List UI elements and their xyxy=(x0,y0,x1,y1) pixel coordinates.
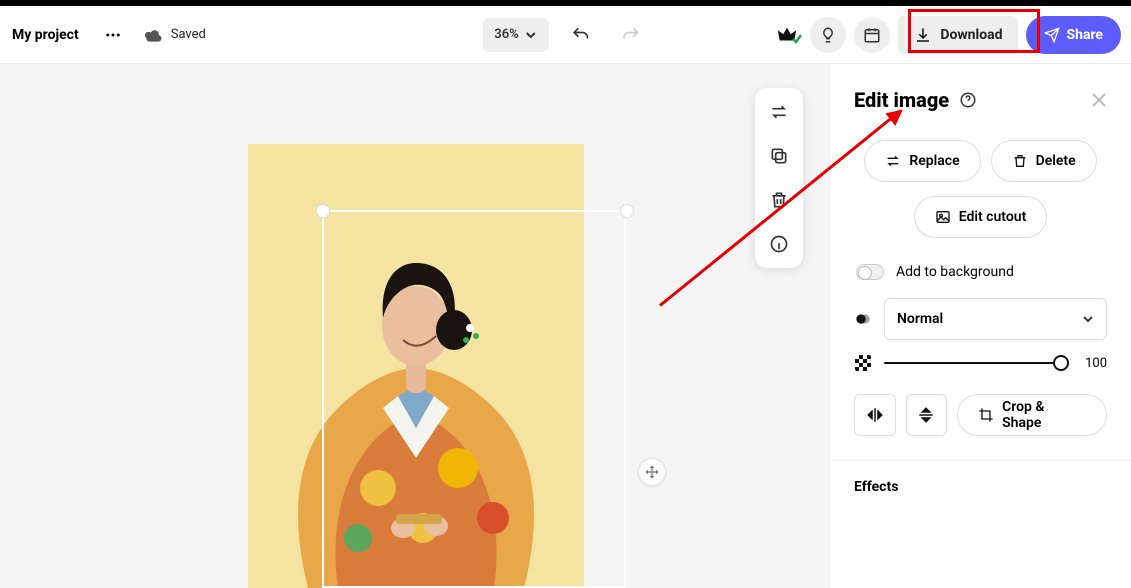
selection-handle-tr[interactable] xyxy=(620,204,634,218)
opacity-slider[interactable] xyxy=(884,362,1067,364)
delete-button[interactable]: Delete xyxy=(991,140,1097,182)
slider-knob[interactable] xyxy=(1053,355,1069,371)
add-to-background-toggle[interactable]: Add to background xyxy=(856,264,1105,280)
replace-button[interactable]: Replace xyxy=(864,140,980,182)
calendar-icon[interactable] xyxy=(854,17,890,53)
zoom-dropdown[interactable]: 36% xyxy=(482,18,548,52)
help-icon[interactable] xyxy=(959,91,977,109)
header-right-controls: Download Share xyxy=(776,16,1121,54)
crop-shape-button[interactable]: Crop & Shape xyxy=(957,394,1107,436)
more-options-icon[interactable] xyxy=(95,17,131,53)
panel-divider xyxy=(830,460,1131,461)
blend-mode-select[interactable]: Normal xyxy=(884,298,1107,340)
canvas-workspace[interactable] xyxy=(0,64,829,588)
toggle-switch-icon[interactable] xyxy=(856,264,884,280)
replace-label: Replace xyxy=(909,153,959,169)
move-handle[interactable] xyxy=(638,458,666,486)
chevron-down-icon xyxy=(525,29,537,41)
swap-icon[interactable] xyxy=(767,100,791,124)
panel-title: Edit image xyxy=(854,88,949,112)
delete-icon xyxy=(1012,153,1028,169)
close-panel-icon[interactable] xyxy=(1091,92,1107,108)
premium-icon[interactable] xyxy=(776,24,802,46)
hint-icon[interactable] xyxy=(810,17,846,53)
crop-shape-label: Crop & Shape xyxy=(1002,399,1086,431)
undo-button[interactable] xyxy=(563,17,599,53)
zoom-value: 36% xyxy=(494,27,518,42)
app-header: My project Saved 36% xyxy=(0,6,1131,64)
artboard[interactable] xyxy=(248,144,584,588)
subject-image[interactable] xyxy=(248,208,584,588)
chevron-down-icon xyxy=(1082,313,1094,325)
project-title[interactable]: My project xyxy=(12,27,79,43)
cloud-icon xyxy=(143,28,163,42)
edit-cutout-button[interactable]: Edit cutout xyxy=(914,196,1048,238)
redo-button[interactable] xyxy=(613,17,649,53)
flip-vertical-button[interactable] xyxy=(906,394,948,436)
save-status: Saved xyxy=(143,27,206,42)
info-icon[interactable] xyxy=(767,232,791,256)
saved-label: Saved xyxy=(171,27,206,42)
crop-icon xyxy=(978,407,994,423)
replace-icon xyxy=(885,153,901,169)
header-center-controls: 36% xyxy=(482,17,648,53)
share-label: Share xyxy=(1066,27,1103,43)
share-button[interactable]: Share xyxy=(1026,16,1121,54)
edit-image-panel: Edit image Replace Delete Edit cutout xyxy=(829,64,1131,588)
flip-horizontal-button[interactable] xyxy=(854,394,896,436)
image-icon xyxy=(935,209,951,225)
download-label: Download xyxy=(940,27,1002,43)
canvas-floating-toolbar xyxy=(755,88,803,268)
add-to-background-label: Add to background xyxy=(896,264,1014,280)
duplicate-icon[interactable] xyxy=(767,144,791,168)
paper-plane-icon xyxy=(1044,27,1060,43)
blend-mode-icon xyxy=(854,310,872,328)
edit-cutout-label: Edit cutout xyxy=(959,209,1027,225)
trash-icon[interactable] xyxy=(767,188,791,212)
selection-handle-tl[interactable] xyxy=(316,204,330,218)
opacity-icon xyxy=(854,354,872,372)
download-button[interactable]: Download xyxy=(898,16,1018,54)
opacity-value: 100 xyxy=(1079,356,1107,371)
delete-label: Delete xyxy=(1036,153,1076,169)
download-icon xyxy=(914,26,932,44)
blend-mode-value: Normal xyxy=(897,311,943,327)
effects-section-title: Effects xyxy=(854,479,1107,495)
